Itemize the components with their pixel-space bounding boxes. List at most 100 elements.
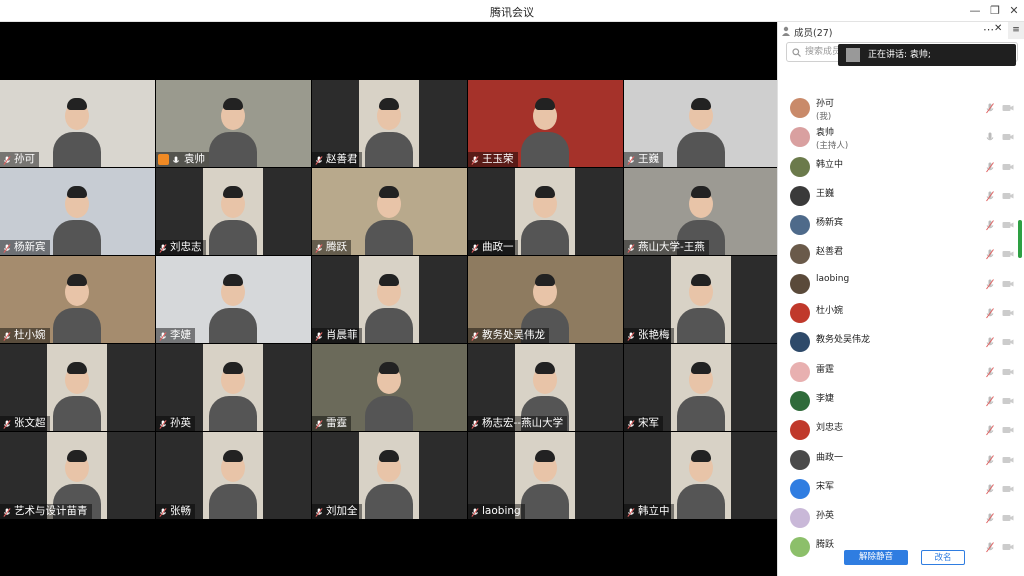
member-row[interactable]: 杨新宾 [778,211,1018,240]
video-tile[interactable]: 肖晨菲 [312,256,467,343]
mic-icon [159,507,167,517]
participant-figure [671,432,731,519]
camera-icon[interactable] [1002,192,1014,200]
video-tile[interactable]: 孙可 [0,80,155,167]
member-row[interactable]: 教务处吴伟龙 [778,328,1018,357]
video-tile[interactable]: 雷霆 [312,344,467,431]
member-name: laobing [816,273,850,284]
video-tile[interactable]: 王巍 [624,80,779,167]
mic-icon[interactable] [986,191,994,202]
scrollbar[interactable] [1018,220,1022,258]
mic-icon[interactable] [986,396,994,407]
members-icon [782,26,790,36]
video-tile[interactable]: 杜小婉 [0,256,155,343]
close-panel-icon[interactable]: ✕ [994,23,1002,34]
participant-figure [671,256,731,343]
camera-icon[interactable] [1002,280,1014,288]
mic-icon [471,419,479,429]
video-tile[interactable]: 刘加全 [312,432,467,519]
member-row[interactable]: 王巍 [778,182,1018,211]
member-row[interactable]: 孙英 [778,504,1018,533]
participant-name: laobing [468,504,525,519]
member-row[interactable]: 宋军 [778,475,1018,504]
mic-icon[interactable] [986,542,994,553]
video-tile[interactable]: 张畅 [156,432,311,519]
video-tile[interactable]: 刘忠志 [156,168,311,255]
member-row[interactable]: 雷霆 [778,358,1018,387]
video-tile[interactable]: 曲政一 [468,168,623,255]
member-row[interactable]: 李婕 [778,387,1018,416]
member-row[interactable]: 孙可 (我) [778,94,1018,123]
video-tile[interactable]: 腾跃 [312,168,467,255]
video-tile[interactable]: 赵善君 [312,80,467,167]
participant-name: 艺术与设计苗青 [0,504,92,519]
video-tile[interactable]: 张艳梅 [624,256,779,343]
participant-name-label: 张畅 [170,505,191,517]
mic-icon[interactable] [986,308,994,319]
mic-icon[interactable] [986,454,994,466]
member-row[interactable]: laobing [778,270,1018,299]
mic-icon [159,419,167,429]
video-tile[interactable]: 袁帅 [156,80,311,167]
camera-icon[interactable] [1002,514,1014,522]
video-tile[interactable]: 韩立中 [624,432,779,519]
member-name: 雷霆 [816,364,835,375]
participant-name-label: 艺术与设计苗青 [14,505,88,517]
mic-icon[interactable] [986,366,994,378]
mic-icon[interactable] [986,425,994,436]
mic-icon[interactable] [986,278,994,290]
camera-icon[interactable] [1002,368,1014,376]
avatar [790,478,810,499]
member-row[interactable]: 杜小婉 [778,299,1018,328]
avatar [790,127,810,148]
camera-icon[interactable] [1002,426,1014,434]
member-row[interactable]: 赵善君 [778,240,1018,269]
mic-icon[interactable] [986,132,994,143]
camera-icon[interactable] [1002,104,1014,112]
camera-icon[interactable] [1002,456,1014,464]
camera-icon[interactable] [1002,163,1014,171]
close-button[interactable]: ✕ [1005,3,1023,19]
mic-icon[interactable] [986,103,994,114]
camera-icon[interactable] [1002,309,1014,317]
camera-icon[interactable] [1002,397,1014,405]
mic-icon[interactable] [986,484,994,495]
avatar [790,273,810,294]
video-tile[interactable]: 杨志宏--燕山大学 [468,344,623,431]
unmute-all-button[interactable]: 解除静音 [844,550,908,565]
video-tile[interactable]: laobing [468,432,623,519]
more-icon[interactable]: ⋯ [983,23,994,36]
video-tile[interactable]: 李婕 [156,256,311,343]
participant-name-label: 刘加全 [326,505,358,517]
mic-icon[interactable] [986,249,994,260]
member-row[interactable]: 韩立中 [778,153,1018,182]
camera-icon[interactable] [1002,543,1014,551]
camera-icon[interactable] [1002,485,1014,493]
member-row[interactable]: 袁帅 (主持人) [778,123,1018,152]
restore-button[interactable]: ❐ [986,3,1004,19]
mic-icon[interactable] [986,337,994,348]
camera-icon[interactable] [1002,221,1014,229]
participant-name-label: 宋军 [638,417,659,429]
camera-icon[interactable] [1002,250,1014,258]
menu-icon[interactable]: ≡ [1008,22,1024,39]
camera-icon[interactable] [1002,338,1014,346]
video-tile[interactable]: 张文超 [0,344,155,431]
member-row[interactable]: 刘忠志 [778,416,1018,445]
video-tile[interactable]: 杨新宾 [0,168,155,255]
video-tile[interactable]: 艺术与设计苗青 [0,432,155,519]
mic-icon[interactable] [986,513,994,524]
mic-icon[interactable] [986,161,994,173]
member-row[interactable]: 曲政一 [778,446,1018,475]
minimize-button[interactable]: — [966,3,984,19]
video-tile[interactable]: 孙英 [156,344,311,431]
participant-figure [359,168,419,255]
video-tile[interactable]: 宋军 [624,344,779,431]
camera-icon[interactable] [1002,133,1014,141]
video-tile[interactable]: 王玉荣 [468,80,623,167]
participant-name: 腾跃 [312,240,351,255]
video-tile[interactable]: 教务处吴伟龙 [468,256,623,343]
video-tile[interactable]: 燕山大学-王燕 [624,168,779,255]
rename-button[interactable]: 改名 [921,550,965,565]
mic-icon[interactable] [986,220,994,231]
